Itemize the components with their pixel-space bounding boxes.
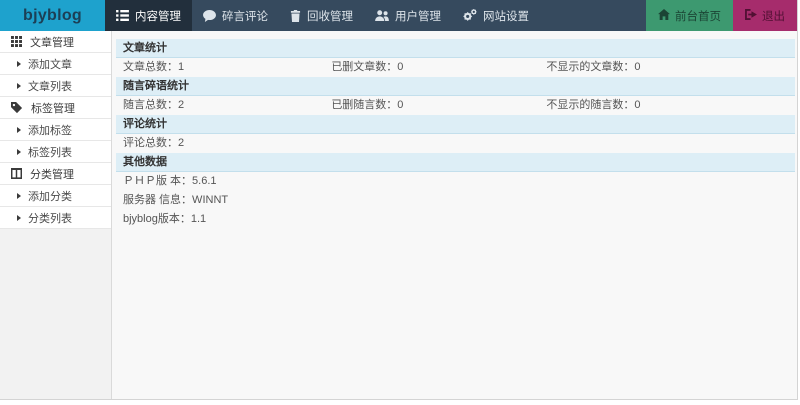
tags-icon xyxy=(11,101,23,114)
logout-button-label: 退出 xyxy=(762,10,785,23)
article-stats-section: 文章统计 文章总数：1 已删文章数：0 不显示的文章数：0 xyxy=(116,39,795,77)
nav-item-site-settings[interactable]: 网站设置 xyxy=(452,0,540,31)
nav-item-label: 回收管理 xyxy=(307,10,353,23)
stat-text: 已删文章数：0 xyxy=(331,61,404,73)
brand-logo[interactable]: bjyblog xyxy=(0,0,105,31)
stat-text: 已删随言数：0 xyxy=(331,99,404,111)
other-data-section: 其他数据 ＰＨＰ版 本：5.6.1 服务器 信息：WINNT bjyblog版本… xyxy=(116,153,795,229)
sidebar-item-label: 添加标签 xyxy=(28,124,72,137)
sidebar-item-label: 标签管理 xyxy=(31,102,75,115)
th-grid-icon xyxy=(11,36,22,47)
gears-icon xyxy=(463,9,477,22)
stat-text: ＰＨＰ版 本：5.6.1 xyxy=(123,175,217,187)
sidebar: 文章管理 添加文章 文章列表 标签管理 添加标签 标签列表 分类管理 添加分类 … xyxy=(0,31,112,399)
nav-item-label: 内容管理 xyxy=(135,10,181,23)
sign-out-icon xyxy=(745,8,757,23)
section-title: 文章统计 xyxy=(116,39,795,58)
mood-stats-section: 随言碎语统计 随言总数：2 已删随言数：0 不显示的随言数：0 xyxy=(116,77,795,115)
front-page-button[interactable]: 前台首页 xyxy=(646,0,733,31)
sidebar-item-add-category[interactable]: 添加分类 xyxy=(0,185,111,207)
stat-text: bjyblog版本：1.1 xyxy=(123,213,207,225)
caret-right-icon xyxy=(17,82,21,89)
logout-button[interactable]: 退出 xyxy=(733,0,797,31)
stat-text: 评论总数：2 xyxy=(123,137,185,149)
stat-row: bjyblog版本：1.1 xyxy=(116,210,795,229)
nav-item-content-management[interactable]: 内容管理 xyxy=(105,0,192,31)
front-page-button-label: 前台首页 xyxy=(675,10,721,23)
caret-right-icon xyxy=(17,126,21,133)
top-navbar: bjyblog 内容管理 碎言评论 回收管理 用户管理 网站设置 前台首页 退出 xyxy=(0,0,797,31)
comment-icon xyxy=(203,9,216,22)
caret-right-icon xyxy=(17,60,21,67)
trash-icon xyxy=(290,9,301,22)
stat-row: 服务器 信息：WINNT xyxy=(116,191,795,210)
nav-item-recycle-management[interactable]: 回收管理 xyxy=(279,0,364,31)
sidebar-item-category-management[interactable]: 分类管理 xyxy=(0,163,111,185)
stat-row: ＰＨＰ版 本：5.6.1 xyxy=(116,172,795,191)
admin-page: bjyblog 内容管理 碎言评论 回收管理 用户管理 网站设置 前台首页 退出… xyxy=(0,0,798,400)
sidebar-item-label: 添加分类 xyxy=(28,190,72,203)
stat-row: 随言总数：2 已删随言数：0 不显示的随言数：0 xyxy=(116,96,795,115)
sidebar-item-tag-management[interactable]: 标签管理 xyxy=(0,97,111,119)
sidebar-item-article-management[interactable]: 文章管理 xyxy=(0,31,111,53)
sidebar-item-article-list[interactable]: 文章列表 xyxy=(0,75,111,97)
page-body: 文章管理 添加文章 文章列表 标签管理 添加标签 标签列表 分类管理 添加分类 … xyxy=(0,31,797,399)
stat-text: 文章总数：1 xyxy=(123,61,185,73)
sidebar-item-label: 文章列表 xyxy=(28,80,72,93)
stat-row: 文章总数：1 已删文章数：0 不显示的文章数：0 xyxy=(116,58,795,77)
stat-text: 服务器 信息：WINNT xyxy=(123,194,229,206)
sidebar-item-add-article[interactable]: 添加文章 xyxy=(0,53,111,75)
nav-item-label: 用户管理 xyxy=(395,10,441,23)
home-icon xyxy=(658,8,670,23)
list-icon xyxy=(116,10,129,21)
stat-text: 随言总数：2 xyxy=(123,99,185,111)
nav-item-comments[interactable]: 碎言评论 xyxy=(192,0,279,31)
sidebar-item-label: 文章管理 xyxy=(30,36,74,49)
caret-right-icon xyxy=(17,214,21,221)
section-title: 其他数据 xyxy=(116,153,795,172)
nav-item-user-management[interactable]: 用户管理 xyxy=(364,0,452,31)
stat-row: 评论总数：2 xyxy=(116,134,795,153)
nav-item-label: 碎言评论 xyxy=(222,10,268,23)
columns-icon xyxy=(11,168,22,179)
sidebar-item-label: 分类列表 xyxy=(28,212,72,225)
sidebar-item-label: 标签列表 xyxy=(28,146,72,159)
sidebar-item-label: 添加文章 xyxy=(28,58,72,71)
caret-right-icon xyxy=(17,192,21,199)
caret-right-icon xyxy=(17,148,21,155)
sidebar-item-category-list[interactable]: 分类列表 xyxy=(0,207,111,229)
stat-text: 不显示的随言数：0 xyxy=(546,99,641,111)
sidebar-item-label: 分类管理 xyxy=(30,168,74,181)
sidebar-item-tag-list[interactable]: 标签列表 xyxy=(0,141,111,163)
navbar-spacer xyxy=(540,0,646,31)
users-icon xyxy=(375,10,389,21)
nav-item-label: 网站设置 xyxy=(483,10,529,23)
main-content: 文章统计 文章总数：1 已删文章数：0 不显示的文章数：0 随言碎语统计 随言总… xyxy=(112,31,797,399)
section-title: 评论统计 xyxy=(116,115,795,134)
comment-stats-section: 评论统计 评论总数：2 xyxy=(116,115,795,153)
sidebar-item-add-tag[interactable]: 添加标签 xyxy=(0,119,111,141)
section-title: 随言碎语统计 xyxy=(116,77,795,96)
stat-text: 不显示的文章数：0 xyxy=(546,61,641,73)
